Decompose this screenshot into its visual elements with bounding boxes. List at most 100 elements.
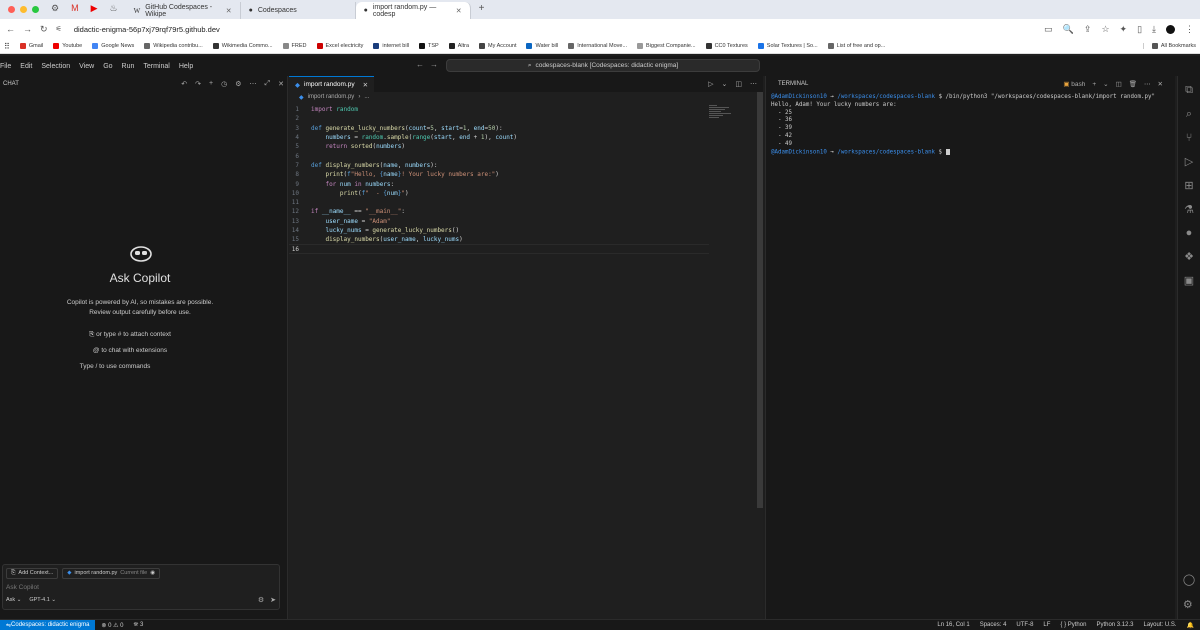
testing-icon[interactable]: ⚗ xyxy=(1184,203,1194,216)
mode-select[interactable]: Ask ⌄ xyxy=(6,597,21,603)
close-tab-icon[interactable]: ✕ xyxy=(226,7,232,15)
search-icon[interactable]: ⌕ xyxy=(1186,108,1192,121)
more-menu-icon[interactable]: ⋮ xyxy=(1185,24,1194,35)
breadcrumb-symbol[interactable]: ... xyxy=(364,94,369,100)
bookmark-item[interactable]: Excel electricity xyxy=(316,43,363,49)
python-interpreter[interactable]: Python 3.12.3 xyxy=(1096,622,1133,629)
trash-icon[interactable]: 🗑 xyxy=(1129,80,1137,88)
url-field[interactable]: didactic-enigma-56p7xj79rqf79r5.github.d… xyxy=(70,25,1036,34)
language-mode[interactable]: { } Python xyxy=(1060,622,1086,629)
current-file-chip[interactable]: ◆ import random.py Current file ◉ xyxy=(62,568,161,579)
close-icon[interactable]: ✕ xyxy=(1158,80,1163,88)
menu-go[interactable]: Go xyxy=(103,63,112,70)
bookmark-item[interactable]: Wikimedia Commo... xyxy=(212,43,273,49)
zoom-icon[interactable]: 🔍 xyxy=(1063,24,1074,35)
eye-icon[interactable]: ◉ xyxy=(150,570,155,577)
bookmark-item[interactable]: My Account xyxy=(479,43,516,49)
minimize-window-button[interactable] xyxy=(20,6,27,13)
shell-select[interactable]: ▣ bash xyxy=(1063,80,1085,88)
cast-icon[interactable]: ▭ xyxy=(1044,24,1053,35)
all-bookmarks-folder[interactable]: All Bookmarks xyxy=(1142,43,1196,49)
share-icon[interactable]: ⇪ xyxy=(1084,24,1092,35)
source-control-icon[interactable]: ⑂ xyxy=(1186,132,1193,144)
editor-scrollbar[interactable] xyxy=(757,92,763,508)
close-window-button[interactable] xyxy=(8,6,15,13)
browser-tab-1[interactable]: W GitHub Codespaces - Wikipe ✕ xyxy=(126,2,241,19)
indentation[interactable]: Spaces: 4 xyxy=(980,622,1007,629)
settings-gear-icon[interactable]: ⚙ xyxy=(235,80,241,88)
terminal-dropdown-icon[interactable]: ⌄ xyxy=(1103,80,1108,88)
explorer-icon[interactable]: ⧉ xyxy=(1185,84,1193,97)
ports-indicator[interactable]: ⛯ 3 xyxy=(134,622,144,629)
encoding[interactable]: UTF-8 xyxy=(1016,622,1033,629)
problems-indicator[interactable]: ⊗ 0 ⚠ 0 xyxy=(101,622,123,629)
new-chat-icon[interactable]: + xyxy=(209,80,213,88)
menu-terminal[interactable]: Terminal xyxy=(143,63,169,70)
github-icon[interactable]: ● xyxy=(1186,227,1193,239)
more-actions-icon[interactable]: ⋯ xyxy=(250,80,257,88)
download-icon[interactable]: ⤓ xyxy=(1152,24,1156,35)
close-icon[interactable]: ✕ xyxy=(278,80,284,88)
menu-run[interactable]: Run xyxy=(122,63,135,70)
bookmark-item[interactable]: Wikipedia contribu... xyxy=(144,43,203,49)
youtube-pinned-icon[interactable]: ▶ xyxy=(91,3,98,14)
add-context-button[interactable]: ⎘ Add Context... xyxy=(6,568,59,579)
python-icon[interactable]: ❖ xyxy=(1184,250,1194,263)
history-icon[interactable]: ◷ xyxy=(221,80,227,88)
close-tab-icon[interactable]: ✕ xyxy=(363,81,368,89)
bookmark-item[interactable]: Biggest Companie... xyxy=(637,43,696,49)
manage-gear-icon[interactable]: ⚙ xyxy=(1183,598,1195,611)
browser-tab-3-active[interactable]: ● import random.py — codesp ✕ xyxy=(355,2,471,19)
reload-icon[interactable]: ↻ xyxy=(40,24,48,35)
pinned-tab-icon[interactable]: ⚙ xyxy=(51,3,59,14)
profile-avatar[interactable] xyxy=(1166,24,1175,34)
bookmark-item[interactable]: Gmail xyxy=(19,43,43,49)
keyboard-layout[interactable]: Layout: U.S. xyxy=(1143,622,1176,629)
more-actions-icon[interactable]: ⋯ xyxy=(750,80,757,88)
bookmark-item[interactable]: Youtube xyxy=(53,43,82,49)
pinned-tab-icon-2[interactable]: ♨ xyxy=(110,3,118,14)
send-icon[interactable]: ➤ xyxy=(270,596,276,604)
new-terminal-icon[interactable]: + xyxy=(1092,81,1096,88)
bookmark-item[interactable]: List of free and op... xyxy=(827,43,885,49)
terminal-output[interactable]: @AdamDickinson10 → /workspaces/codespace… xyxy=(766,92,1175,159)
tools-icon[interactable]: ⚙ xyxy=(258,596,264,604)
code-area[interactable]: 1 import random 2 3 def generate_lucky_num… xyxy=(289,105,709,254)
browser-tab-2[interactable]: ● Codespaces xyxy=(241,2,356,19)
undo-icon[interactable]: ↶ xyxy=(181,80,187,88)
bookmark-star-icon[interactable]: ☆ xyxy=(1101,24,1109,35)
menu-selection[interactable]: Selection xyxy=(41,63,70,70)
editor-tab-active[interactable]: ◆ import random.py ✕ xyxy=(289,76,375,92)
bookmark-item[interactable]: CC0 Textures xyxy=(705,43,748,49)
end-of-line[interactable]: LF xyxy=(1043,622,1050,629)
notifications-bell-icon[interactable]: 🔔 xyxy=(1187,622,1194,629)
accounts-icon[interactable]: ◯ xyxy=(1183,573,1195,586)
run-dropdown-icon[interactable]: ⌄ xyxy=(722,80,728,88)
bookmark-item[interactable]: internet bill xyxy=(373,43,409,49)
run-debug-icon[interactable]: ▷ xyxy=(1185,155,1193,168)
site-info-icon[interactable]: ⚟ xyxy=(56,25,62,33)
menu-file[interactable]: File xyxy=(0,63,11,70)
remote-indicator[interactable]: ⇋ Codespaces: didactic enigma xyxy=(0,620,96,630)
back-arrow-icon[interactable]: ← xyxy=(6,24,15,34)
sidepanel-icon[interactable]: ▯ xyxy=(1137,24,1142,35)
bookmark-item[interactable]: Water bill xyxy=(526,43,558,49)
menu-view[interactable]: View xyxy=(79,63,94,70)
history-nav-arrows[interactable]: ←→ xyxy=(416,60,444,69)
bookmark-item[interactable]: Solar Textures | So... xyxy=(757,43,818,49)
run-icon[interactable]: ▷ xyxy=(708,80,713,88)
command-center[interactable]: ⌕ codespaces-blank [Codespaces: didactic… xyxy=(446,59,760,72)
cursor-position[interactable]: Ln 16, Col 1 xyxy=(937,622,969,629)
bookmark-item[interactable]: FRED xyxy=(282,43,307,49)
bookmark-item[interactable]: Google News xyxy=(92,43,134,49)
extensions-icon[interactable]: ✦ xyxy=(1120,24,1128,35)
redo-icon[interactable]: ↷ xyxy=(195,80,201,88)
bookmark-item[interactable]: Altra xyxy=(448,43,469,49)
breadcrumb-file[interactable]: import random.py xyxy=(308,94,355,100)
extensions-icon[interactable]: ⊞ xyxy=(1184,179,1193,192)
model-select[interactable]: GPT-4.1 ⌄ xyxy=(29,597,56,603)
split-editor-icon[interactable]: ◫ xyxy=(735,80,742,88)
maximize-icon[interactable]: ⤢ xyxy=(265,80,271,88)
new-tab-button[interactable]: + xyxy=(471,3,493,19)
chat-input[interactable]: Ask Copilot xyxy=(3,582,279,596)
